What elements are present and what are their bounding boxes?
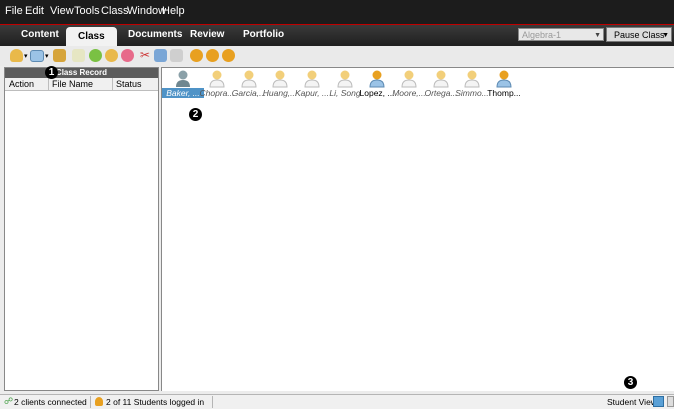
class-select-value: Algebra-1 <box>522 30 562 40</box>
tab-portfolio[interactable]: Portfolio <box>243 29 284 40</box>
chevron-down-icon[interactable]: ▾ <box>24 52 28 60</box>
student-avatar-icon <box>272 70 288 88</box>
chevron-down-icon[interactable]: ▾ <box>45 52 49 60</box>
students-logged-in-text: 2 of 11 Students logged in <box>106 397 205 407</box>
tab-class[interactable]: Class <box>66 27 117 47</box>
student-edit-icon[interactable] <box>105 49 118 62</box>
menu-window[interactable]: Window <box>127 5 166 17</box>
student-avatar-icon <box>464 70 480 88</box>
chevron-down-icon[interactable]: ▼ <box>662 28 669 43</box>
connection-icon: ☍ <box>4 396 14 406</box>
student-a-icon[interactable] <box>190 49 203 62</box>
clients-connected-text: 2 clients connected <box>14 397 87 407</box>
student-avatar-icon <box>401 70 417 88</box>
student-group-icon[interactable] <box>89 49 102 62</box>
student-avatar-icon <box>369 70 385 88</box>
menu-edit[interactable]: Edit <box>25 5 44 17</box>
chevron-down-icon: ▼ <box>594 32 601 39</box>
student-avatar-icon <box>433 70 449 88</box>
class-record-panel: Class Record Action File Name Status <box>4 67 159 391</box>
student-view-label: Student View: <box>607 397 660 407</box>
pause-class-button[interactable]: Pause Class ▼ <box>606 27 672 42</box>
menu-bar: File Edit View Tools Class Window Help <box>0 0 674 24</box>
pause-class-label: Pause Class <box>614 30 665 40</box>
status-bar: ☍ 2 clients connected 2 of 11 Students l… <box>0 394 674 409</box>
callout-3: 3 <box>624 376 637 389</box>
callout-2: 2 <box>189 108 202 121</box>
menu-file[interactable]: File <box>5 5 23 17</box>
column-action[interactable]: Action <box>9 79 34 89</box>
tab-content[interactable]: Content <box>21 29 59 40</box>
status-divider <box>90 396 91 408</box>
column-file-name[interactable]: File Name <box>52 79 93 89</box>
grid-view-icon[interactable] <box>653 396 664 407</box>
column-divider[interactable] <box>48 78 49 90</box>
student-avatar-icon <box>496 70 512 88</box>
menu-view[interactable]: View <box>50 5 74 17</box>
menu-class[interactable]: Class <box>101 5 129 17</box>
student-avatar-icon <box>337 70 353 88</box>
student-icon <box>95 397 103 406</box>
class-icon[interactable] <box>53 49 66 62</box>
student-view-panel: Baker, ... Chopra... Garcia,... Huang,..… <box>161 67 674 391</box>
copy-icon[interactable] <box>154 49 167 62</box>
status-divider <box>212 396 213 408</box>
menu-help[interactable]: Help <box>162 5 185 17</box>
student-avatar-icon <box>304 70 320 88</box>
tab-documents[interactable]: Documents <box>128 29 182 40</box>
student-tile[interactable]: Thomp... <box>483 68 525 98</box>
tab-review[interactable]: Review <box>190 29 224 40</box>
cut-icon[interactable]: ✂ <box>140 48 150 62</box>
student-name: Thomp... <box>487 88 521 98</box>
student-avatar-icon <box>176 70 190 87</box>
list-view-icon[interactable] <box>667 396 674 407</box>
callout-1: 1 <box>45 66 58 79</box>
class-record-title: Class Record <box>5 68 158 78</box>
class-select[interactable]: Algebra-1 ▼ <box>518 28 604 41</box>
unknown-icon <box>72 49 85 62</box>
student-avatar-icon <box>241 70 257 88</box>
add-student-icon[interactable] <box>10 49 23 62</box>
student-c-icon[interactable] <box>222 49 235 62</box>
toolbar: ▾ ▾ ✂ <box>0 46 674 66</box>
column-status[interactable]: Status <box>116 79 142 89</box>
paste-icon <box>170 49 183 62</box>
class-record-columns: Action File Name Status <box>5 78 158 91</box>
student-b-icon[interactable] <box>206 49 219 62</box>
menu-tools[interactable]: Tools <box>74 5 100 17</box>
student-remove-icon[interactable] <box>121 49 134 62</box>
student-avatar-icon <box>209 70 225 88</box>
display-icon[interactable] <box>30 50 44 62</box>
column-divider[interactable] <box>112 78 113 90</box>
